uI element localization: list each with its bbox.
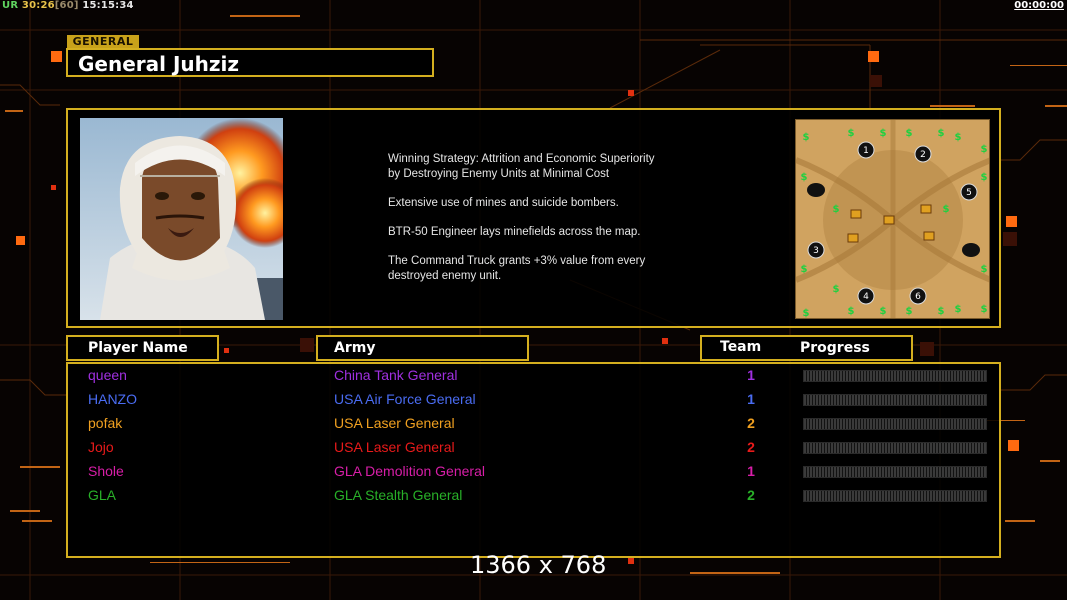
progress-bar bbox=[803, 394, 987, 406]
player-army: China Tank General bbox=[334, 367, 458, 383]
header-army-label: Army bbox=[334, 340, 376, 356]
supply-icon: $ bbox=[943, 204, 950, 215]
supply-icon: $ bbox=[880, 128, 887, 139]
player-team: 1 bbox=[747, 367, 755, 383]
general-title-box: General Juhziz bbox=[66, 48, 434, 77]
description-line: Winning Strategy: Attrition and Economic… bbox=[388, 153, 655, 180]
description-line: The Command Truck grants +3% value from … bbox=[388, 255, 646, 282]
player-name: Jojo bbox=[88, 439, 114, 455]
player-name: HANZO bbox=[88, 391, 137, 407]
progress-bar bbox=[803, 442, 987, 454]
header-progress-label: Progress bbox=[800, 340, 870, 356]
supply-icon: $ bbox=[938, 306, 945, 317]
general-name: General Juhziz bbox=[78, 52, 240, 76]
resolution-label: 1366 x 768 bbox=[470, 551, 607, 579]
hud-status-readout: UR 30:26[60] 15:15:34 bbox=[2, 0, 134, 11]
progress-bar bbox=[803, 490, 987, 502]
progress-bar bbox=[803, 418, 987, 430]
supply-icon: $ bbox=[981, 172, 988, 183]
player-name: queen bbox=[88, 367, 127, 383]
hud-time-a: 30 bbox=[21, 0, 37, 11]
supply-icon: $ bbox=[803, 132, 810, 143]
player-name: GLA bbox=[88, 487, 117, 503]
header-player-label: Player Name bbox=[88, 340, 188, 356]
description-line: Extensive use of mines and suicide bombe… bbox=[388, 197, 619, 209]
header-team-progress: Team Progress bbox=[700, 335, 913, 361]
general-portrait bbox=[80, 118, 283, 320]
game-timer: 00:00:00 bbox=[1014, 0, 1064, 11]
supply-icon: $ bbox=[833, 284, 840, 295]
player-team: 1 bbox=[747, 463, 755, 479]
start-position-5: 5 bbox=[966, 188, 972, 198]
player-team: 2 bbox=[747, 415, 755, 431]
player-army: USA Laser General bbox=[334, 415, 455, 431]
supply-icon: $ bbox=[906, 128, 913, 139]
supply-icon: $ bbox=[801, 172, 808, 183]
start-position-1: 1 bbox=[863, 146, 869, 156]
supply-icon: $ bbox=[981, 304, 988, 315]
player-row: Shole GLA Demolition General 1 bbox=[68, 461, 999, 485]
fps-readout: [60] bbox=[54, 0, 79, 11]
player-name: Shole bbox=[88, 463, 124, 479]
player-row: GLA GLA Stealth General 2 bbox=[68, 485, 999, 509]
player-row: Jojo USA Laser General 2 bbox=[68, 437, 999, 461]
general-description: Winning Strategy: Attrition and Economic… bbox=[388, 152, 718, 298]
supply-icon: $ bbox=[880, 306, 887, 317]
player-army: GLA Demolition General bbox=[334, 463, 485, 479]
progress-bar bbox=[803, 466, 987, 478]
start-position-2: 2 bbox=[920, 150, 926, 160]
supply-icon: $ bbox=[981, 264, 988, 275]
header-army: Army bbox=[316, 335, 529, 361]
player-row: queen China Tank General 1 bbox=[68, 365, 999, 389]
player-row: HANZO USA Air Force General 1 bbox=[68, 389, 999, 413]
progress-bar bbox=[803, 370, 987, 382]
general-tag: GENERAL bbox=[67, 35, 139, 48]
player-team: 2 bbox=[747, 487, 755, 503]
description-line: BTR-50 Engineer lays minefields across t… bbox=[388, 226, 641, 238]
supply-icon: $ bbox=[848, 128, 855, 139]
start-position-6: 6 bbox=[915, 292, 921, 302]
supply-icon: $ bbox=[955, 132, 962, 143]
supply-icon: $ bbox=[833, 204, 840, 215]
header-player-name: Player Name bbox=[66, 335, 219, 361]
player-army: USA Air Force General bbox=[334, 391, 476, 407]
ur-label: UR bbox=[2, 0, 19, 11]
player-team: 1 bbox=[747, 391, 755, 407]
player-army: USA Laser General bbox=[334, 439, 455, 455]
player-list: queen China Tank General 1 HANZO USA Air… bbox=[66, 362, 1001, 558]
supply-icon: $ bbox=[803, 308, 810, 319]
player-team: 2 bbox=[747, 439, 755, 455]
header-team-label: Team bbox=[720, 339, 762, 355]
clock-readout: 15:15:34 bbox=[82, 0, 134, 11]
supply-icon: $ bbox=[801, 264, 808, 275]
player-row: pofak USA Laser General 2 bbox=[68, 413, 999, 437]
supply-icon: $ bbox=[955, 304, 962, 315]
player-name: pofak bbox=[88, 415, 123, 431]
supply-icon: $ bbox=[906, 306, 913, 317]
start-position-4: 4 bbox=[863, 292, 869, 302]
supply-icon: $ bbox=[848, 306, 855, 317]
hud-time-b: :26 bbox=[36, 0, 55, 11]
player-army: GLA Stealth General bbox=[334, 487, 463, 503]
supply-icon: $ bbox=[981, 144, 988, 155]
supply-icon: $ bbox=[938, 128, 945, 139]
start-position-3: 3 bbox=[813, 246, 819, 256]
minimap[interactable]: 1 2 3 4 5 6 $ $ $ $ $ $ $ $ $ $ $ $ $ $ … bbox=[795, 119, 990, 319]
